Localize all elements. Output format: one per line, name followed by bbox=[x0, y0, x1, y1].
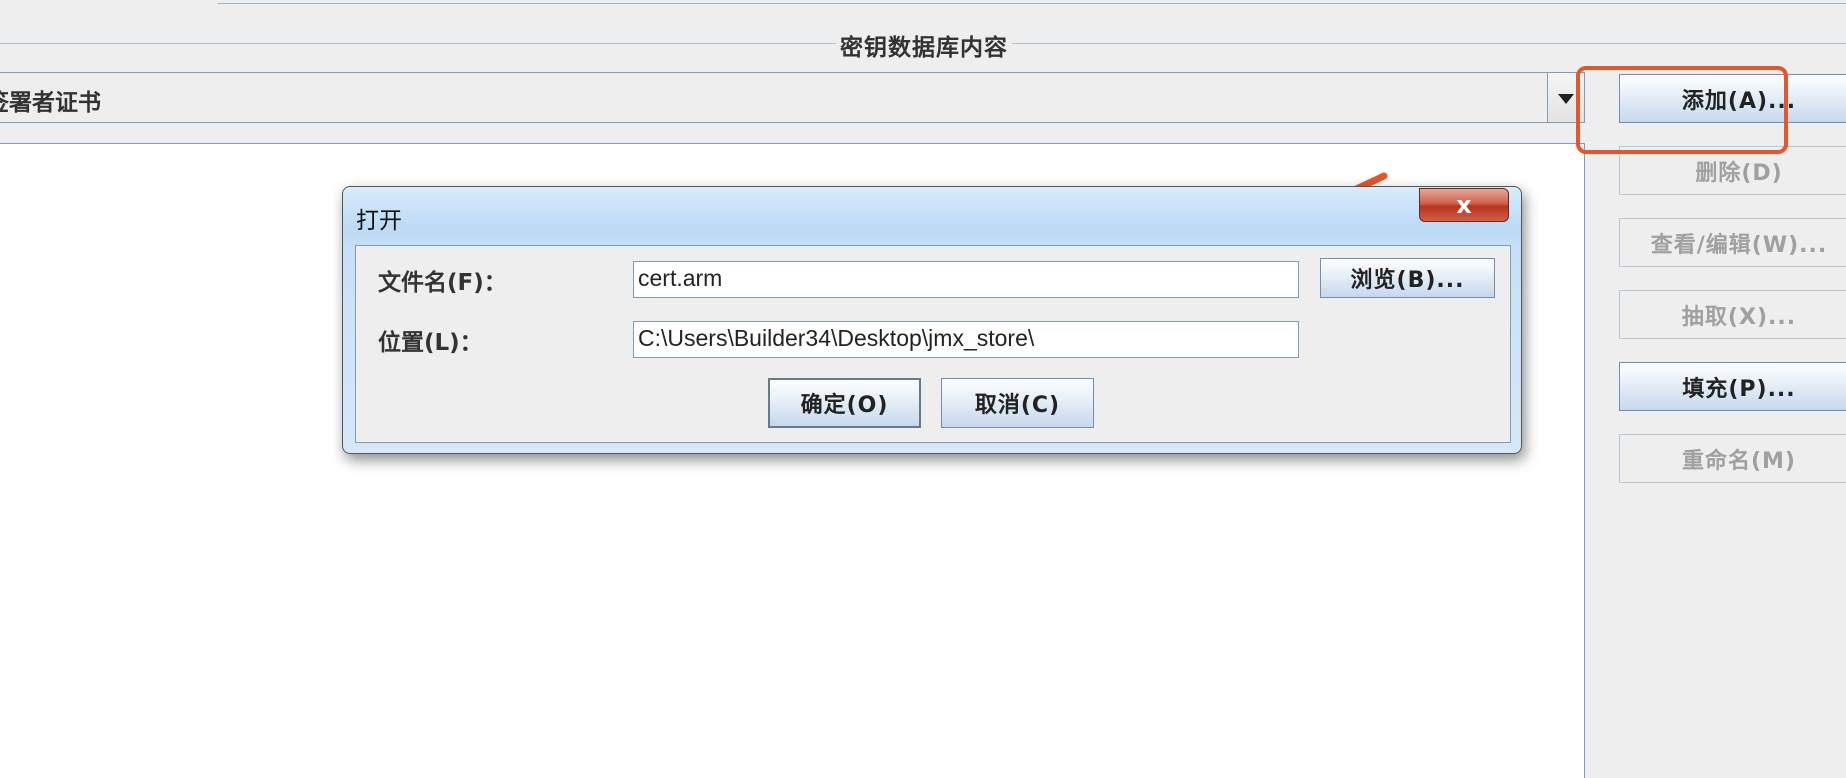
file-name-label: 文件名(F)： bbox=[378, 270, 507, 296]
combo-selected-value: 签署者证书 bbox=[0, 90, 101, 116]
chevron-down-icon bbox=[1558, 94, 1574, 104]
cancel-button[interactable]: 取消(C) bbox=[941, 378, 1094, 428]
group-title: 密钥数据库内容 bbox=[836, 28, 1012, 62]
view-edit-button[interactable]: 查看/编辑(W)... bbox=[1619, 218, 1846, 267]
location-label: 位置(L)： bbox=[378, 330, 483, 356]
extract-button[interactable]: 抽取(X)... bbox=[1619, 290, 1846, 339]
location-input[interactable]: C:\Users\Builder34\Desktop\jmx_store\ bbox=[633, 321, 1299, 358]
certificate-type-combo[interactable]: 签署者证书 bbox=[0, 72, 1585, 123]
close-button[interactable]: x bbox=[1419, 188, 1509, 222]
dialog-body: 文件名(F)： cert.arm 浏览(B)... 位置(L)： C:\User… bbox=[355, 245, 1511, 443]
ok-button[interactable]: 确定(O) bbox=[768, 378, 921, 428]
top-border-strip bbox=[218, 0, 1846, 4]
populate-button[interactable]: 填充(P)... bbox=[1619, 362, 1846, 411]
highlight-annotation-box bbox=[1576, 66, 1788, 154]
dialog-title: 打开 bbox=[356, 208, 402, 234]
close-icon: x bbox=[1456, 191, 1472, 219]
list-header-strip bbox=[0, 124, 1585, 144]
rename-button[interactable]: 重命名(M) bbox=[1619, 434, 1846, 483]
file-name-input[interactable]: cert.arm bbox=[633, 261, 1299, 298]
open-dialog: 打开 x 文件名(F)： cert.arm 浏览(B)... 位置(L)： C:… bbox=[342, 186, 1522, 454]
browse-button[interactable]: 浏览(B)... bbox=[1320, 258, 1495, 298]
